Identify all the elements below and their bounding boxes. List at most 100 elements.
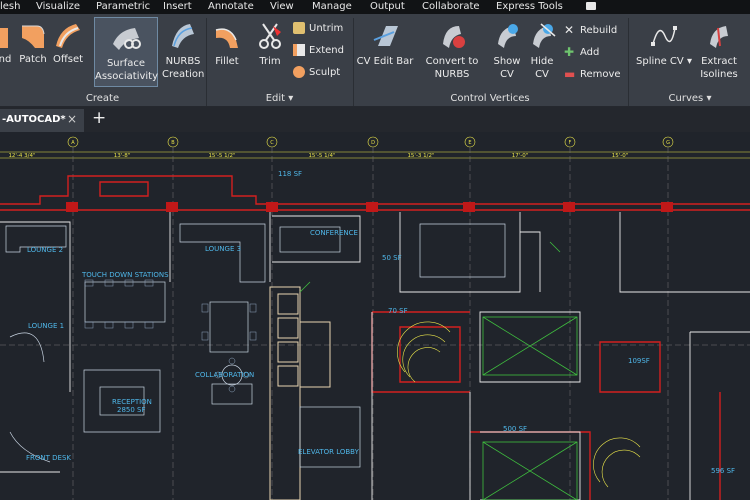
scissors-icon (259, 23, 281, 49)
remove-cv-button[interactable]: ▬ Remove (564, 68, 621, 82)
extend-icon (293, 44, 305, 56)
ribbon: nd Patch Offset Surface Associativity NU… (0, 14, 750, 107)
menu-bar: lesh Visualize Parametric Insert Annotat… (0, 0, 750, 14)
floor-plan-drawing[interactable]: A B C D E F G 12'-4 3/4" 13'-8" 15'-5 1/… (0, 132, 750, 500)
hide-cv-label-1: Hide (530, 56, 554, 67)
edit-panel-label: Edit (265, 93, 286, 104)
create-panel-title: Create (85, 93, 120, 104)
menu-express-tools[interactable]: Express Tools (496, 0, 563, 14)
add-cv-button[interactable]: ✚ Add (564, 46, 599, 60)
grid-mark-c: C (270, 140, 274, 146)
surface-assoc-label-2: Associativity (95, 71, 159, 82)
menu-collaborate[interactable]: Collaborate (422, 0, 480, 14)
shafts (299, 241, 578, 500)
nurbs-creation-button[interactable]: NURBS Creation (162, 20, 204, 81)
menu-output[interactable]: Output (370, 0, 405, 14)
offset-button[interactable]: Offset (52, 20, 84, 66)
untrim-label: Untrim (309, 23, 344, 34)
nurbs-creation-icon (172, 24, 194, 48)
workspace-icon[interactable] (586, 2, 596, 10)
fillet-icon (215, 28, 238, 48)
grid-lines (0, 136, 750, 159)
extend-label: Extend (309, 45, 344, 56)
label-70-sf: 70 SF (388, 307, 408, 315)
extract-isolines-icon (710, 26, 728, 48)
blend-button[interactable]: nd (0, 20, 14, 66)
label-reception: RECEPTION (112, 398, 152, 406)
menu-parametric[interactable]: Parametric (96, 0, 150, 14)
patch-icon (22, 25, 45, 48)
document-tab[interactable]: -AUTOCAD* × (0, 109, 84, 132)
panel-separator (628, 18, 629, 106)
patch-label: Patch (19, 54, 47, 65)
extract-label-1: Extract (701, 56, 737, 67)
show-cv-icon (498, 24, 518, 48)
fillet-button[interactable]: Fillet (210, 20, 244, 68)
convert-label-1: Convert to (425, 56, 479, 67)
label-2850-sf: 2850 SF (117, 406, 146, 414)
add-cv-icon: ✚ (564, 45, 575, 59)
dim-1: 12'-4 3/4" (8, 153, 35, 159)
hide-cv-button[interactable]: Hide CV (524, 20, 560, 81)
grid-mark-e: E (468, 140, 471, 146)
new-tab-button[interactable]: + (92, 108, 106, 128)
chevron-down-icon: ▾ (686, 56, 692, 67)
exterior-walls (0, 175, 750, 500)
drawing-canvas[interactable]: A B C D E F G 12'-4 3/4" 13'-8" 15'-5 1/… (0, 132, 750, 500)
remove-cv-icon: ▬ (564, 67, 576, 81)
show-cv-label-1: Show (493, 56, 521, 67)
menu-insert[interactable]: Insert (163, 0, 192, 14)
fillet-label: Fillet (215, 56, 239, 67)
extract-label-2: Isolines (700, 69, 738, 80)
nurbs-label-1: NURBS (165, 56, 201, 67)
cv-edit-bar-label: CV Edit Bar (356, 56, 414, 67)
surface-assoc-label-1: Surface (106, 58, 146, 69)
spline-cv-icon (651, 26, 677, 46)
extend-button[interactable]: Extend (293, 44, 344, 58)
hide-cv-icon (533, 23, 556, 48)
cv-edit-bar-button[interactable]: CV Edit Bar (356, 20, 414, 68)
dim-4: 15'-5 1/4" (308, 153, 335, 159)
document-tab-label: -AUTOCAD* (2, 114, 66, 125)
patch-button[interactable]: Patch (18, 20, 48, 66)
show-cv-button[interactable]: Show CV (489, 20, 525, 81)
surface-associativity-button[interactable]: Surface Associativity (94, 17, 158, 87)
extract-isolines-button[interactable]: Extract Isolines (694, 20, 744, 81)
convert-to-nurbs-button[interactable]: Convert to NURBS (422, 20, 482, 81)
curves-panel-title[interactable]: Curves ▾ (630, 92, 750, 106)
untrim-button[interactable]: Untrim (293, 22, 343, 36)
label-lounge-2: LOUNGE 2 (27, 246, 63, 254)
convert-nurbs-icon (443, 26, 465, 48)
furniture (5, 223, 506, 468)
document-tab-bar: -AUTOCAD* × + (0, 107, 750, 132)
label-lounge-1: LOUNGE 1 (28, 322, 64, 330)
menu-mesh[interactable]: lesh (0, 0, 20, 14)
menu-annotate[interactable]: Annotate (208, 0, 254, 14)
rebuild-button[interactable]: ✕ Rebuild (564, 24, 617, 38)
label-lounge-3: LOUNGE 3 (205, 245, 241, 253)
label-touch-down-stations: TOUCH DOWN STATIONS (81, 271, 169, 279)
add-cv-label: Add (580, 47, 600, 58)
grid-mark-d: D (371, 140, 375, 146)
spline-cv-button[interactable]: Spline CV ▾ (636, 20, 692, 68)
surface-associativity-icon (113, 28, 141, 50)
menu-visualize[interactable]: Visualize (36, 0, 80, 14)
trim-button[interactable]: Trim (252, 20, 288, 68)
chevron-down-icon: ▾ (706, 93, 712, 104)
edit-panel-title[interactable]: Edit ▾ (207, 92, 352, 106)
menu-manage[interactable]: Manage (312, 0, 352, 14)
column-centerlines (0, 147, 750, 500)
label-500-sf: 500 SF (503, 425, 527, 433)
hide-cv-label-2: CV (535, 69, 549, 80)
dim-3: 15'-5 1/2" (208, 153, 235, 159)
blend-icon (0, 28, 8, 48)
blend-label: nd (0, 54, 12, 65)
menu-view[interactable]: View (270, 0, 294, 14)
nurbs-label-2: Creation (162, 69, 205, 80)
sculpt-button[interactable]: Sculpt (293, 66, 340, 80)
sculpt-icon (293, 66, 305, 78)
interior-walls (0, 212, 750, 500)
grid-mark-g: G (666, 140, 670, 146)
close-icon[interactable]: × (67, 112, 77, 126)
elevator-core (269, 286, 331, 500)
